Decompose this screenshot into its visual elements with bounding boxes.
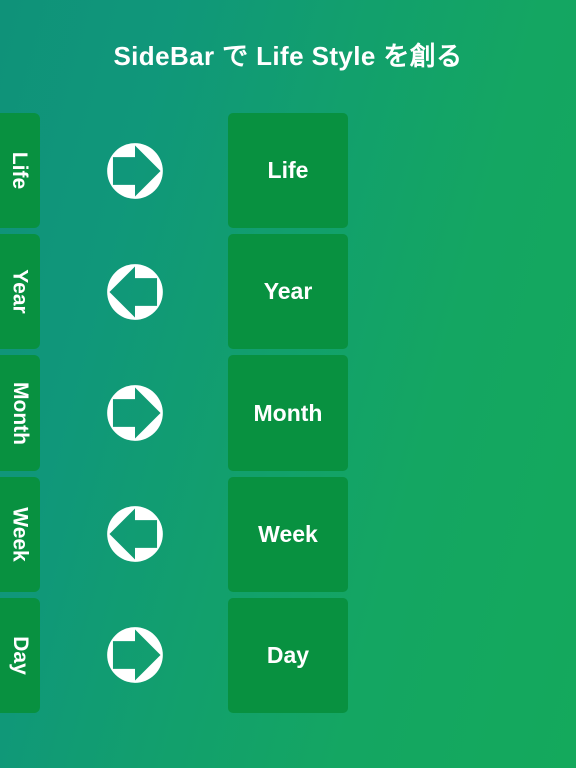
card-month[interactable]: Month	[228, 355, 348, 471]
card-label: Day	[266, 641, 310, 668]
card-label: Life	[267, 157, 309, 184]
card-week[interactable]: Week	[228, 476, 348, 592]
circle-arrow-left-icon[interactable]	[106, 505, 164, 563]
card-day[interactable]: Day	[228, 597, 348, 714]
page-title: SideBar で Life Style を創る	[113, 40, 463, 71]
card-label: Month	[253, 399, 323, 426]
sidebar-item-label: Month	[8, 381, 32, 445]
sidebar-item-day[interactable]: Day	[0, 597, 40, 714]
card-life[interactable]: Life	[228, 113, 348, 229]
circle-arrow-right-icon[interactable]	[106, 142, 164, 200]
sidebar-item-life[interactable]: Life	[0, 113, 40, 229]
circle-arrow-left-icon[interactable]	[106, 263, 164, 321]
circle-arrow-right-icon[interactable]	[106, 384, 164, 442]
app-root: SideBar で Life Style を創る Life Year Month…	[0, 0, 576, 768]
icon-cell[interactable]	[95, 598, 175, 713]
sidebar-item-label: Day	[8, 636, 32, 675]
icon-cell[interactable]	[95, 234, 175, 349]
card-label: Week	[258, 520, 318, 547]
icon-cell[interactable]	[95, 355, 175, 470]
card-column: Life Year Month Week Day	[228, 113, 348, 714]
sidebar-item-year[interactable]: Year	[0, 234, 40, 350]
page-header: SideBar で Life Style を創る	[0, 0, 576, 105]
sidebar-item-month[interactable]: Month	[0, 355, 40, 471]
sidebar-item-label: Year	[8, 269, 32, 314]
sidebar: Life Year Month Week Day	[0, 113, 40, 714]
icon-column	[95, 113, 175, 713]
circle-arrow-right-icon[interactable]	[106, 626, 164, 684]
icon-cell[interactable]	[95, 477, 175, 592]
sidebar-item-label: Life	[8, 151, 32, 190]
card-year[interactable]: Year	[228, 234, 348, 350]
card-label: Year	[263, 278, 313, 305]
icon-cell[interactable]	[95, 113, 175, 228]
sidebar-item-label: Week	[8, 506, 32, 562]
sidebar-item-week[interactable]: Week	[0, 476, 40, 592]
